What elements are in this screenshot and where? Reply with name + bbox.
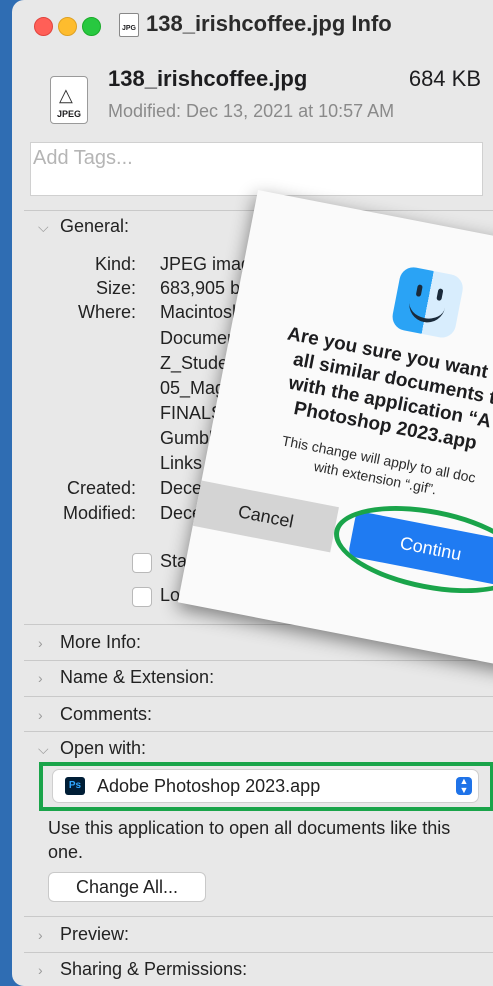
section-name-extension[interactable]: › Name & Extension:	[38, 667, 214, 688]
divider	[24, 916, 493, 917]
change-all-button[interactable]: Change All...	[48, 872, 206, 902]
size-label: Size:	[95, 278, 136, 298]
highlight-rectangle	[39, 762, 493, 811]
section-label: Open with:	[60, 738, 147, 758]
file-name: 138_irishcoffee.jpg	[108, 66, 308, 91]
window-title: 138_irishcoffee.jpg Info	[146, 11, 392, 36]
chevron-right-icon: ›	[38, 707, 43, 723]
locked-checkbox[interactable]	[132, 587, 152, 607]
modified-label: Modified:	[62, 503, 136, 523]
finder-eye	[415, 284, 423, 297]
section-preview[interactable]: › Preview:	[38, 924, 129, 945]
cancel-button[interactable]: Cancel	[192, 480, 339, 553]
section-label: Preview:	[60, 924, 130, 944]
section-label: Name & Extension:	[60, 667, 215, 687]
file-size: 684 KB	[408, 66, 481, 91]
size-value: 683,905 by	[160, 278, 250, 298]
section-label: Comments:	[60, 704, 153, 724]
divider	[24, 696, 493, 697]
chevron-down-icon: ⌵	[38, 219, 49, 235]
section-general[interactable]: ⌵ General:	[38, 216, 129, 237]
shapes-icon: △	[59, 85, 73, 105]
minimize-button[interactable]	[58, 17, 77, 36]
stationery-checkbox[interactable]	[132, 553, 152, 573]
section-label: Sharing & Permissions:	[60, 959, 248, 979]
icon-label: JPEG	[56, 109, 81, 119]
chevron-right-icon: ›	[38, 962, 43, 978]
chevron-right-icon: ›	[38, 635, 43, 651]
modified-date: Modified: Dec 13, 2021 at 10:57 AM	[108, 101, 395, 121]
close-button[interactable]	[34, 17, 53, 36]
section-open-with[interactable]: ⌵ Open with:	[38, 738, 146, 759]
jpeg-file-icon: △ JPEG	[50, 76, 88, 124]
divider	[24, 660, 493, 661]
chevron-right-icon: ›	[38, 927, 43, 943]
chevron-right-icon: ›	[38, 670, 43, 686]
section-label: More Info:	[60, 632, 142, 652]
where-value: Links	[160, 453, 203, 473]
chevron-down-icon: ⌵	[38, 741, 49, 757]
where-label: Where:	[77, 302, 136, 322]
kind-label: Kind:	[94, 254, 136, 274]
finder-smile	[406, 299, 446, 326]
divider	[24, 731, 493, 732]
section-comments[interactable]: › Comments:	[38, 704, 152, 725]
highlight-ellipse	[326, 491, 493, 608]
jpeg-file-icon: JPG	[119, 13, 139, 37]
section-sharing[interactable]: › Sharing & Permissions:	[38, 959, 247, 980]
title-bar: JPG 138_irishcoffee.jpg Info	[12, 0, 493, 50]
finder-eye	[436, 288, 444, 301]
created-label: Created:	[66, 478, 136, 498]
where-value: Macintosh	[160, 302, 243, 322]
zoom-button[interactable]	[82, 17, 101, 36]
finder-icon	[390, 264, 466, 340]
section-more-info[interactable]: › More Info:	[38, 632, 141, 653]
divider	[24, 952, 493, 953]
tags-placeholder: Add Tags...	[33, 147, 133, 169]
tags-field[interactable]: Add Tags...	[30, 142, 483, 196]
section-label: General:	[60, 216, 130, 236]
open-with-description: Use this application to open all documen…	[48, 818, 451, 862]
